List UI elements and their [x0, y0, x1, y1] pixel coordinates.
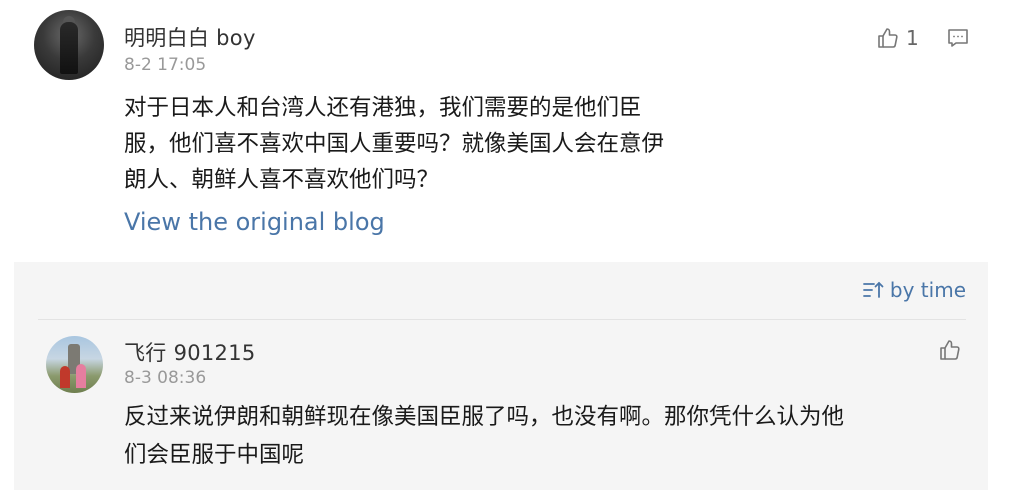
avatar[interactable]: [34, 10, 104, 80]
reply-text-line: 们会臣服于中国呢: [124, 442, 305, 468]
thumbs-up-icon: [878, 28, 898, 48]
reply-like-button[interactable]: [938, 338, 962, 366]
reply-timestamp: 8-3 08:36: [124, 368, 207, 388]
reply-username[interactable]: 飞行 901215: [124, 337, 256, 367]
avatar-figure: [60, 22, 78, 74]
comment-icon: [948, 29, 968, 47]
main-post: 明明白白 boy 8-2 17:05 1 对于日本人和台湾人还有港独，我们需要的…: [0, 0, 1024, 262]
like-count: 1: [906, 26, 919, 50]
thumbs-up-icon: [940, 340, 960, 360]
post-username[interactable]: 明明白白 boy: [124, 22, 256, 52]
comment-button[interactable]: [946, 26, 970, 54]
reply-text-line: 反过来说伊朗和朝鲜现在像美国臣服了吗，也没有啊。那你凭什么认为他: [124, 404, 845, 430]
reply-avatar[interactable]: [46, 336, 103, 393]
post-text: 对于日本人和台湾人还有港独，我们需要的是他们臣 服，他们喜不喜欢中国人重要吗？就…: [124, 90, 724, 198]
sort-by-time-button[interactable]: by time: [862, 278, 966, 302]
avatar-person: [60, 366, 70, 388]
post-timestamp: 8-2 17:05: [124, 55, 207, 75]
post-text-line: 服，他们喜不喜欢中国人重要吗？就像美国人会在意伊: [124, 131, 665, 157]
view-original-blog-link[interactable]: View the original blog: [124, 208, 385, 236]
divider: [38, 319, 966, 320]
like-button[interactable]: 1: [876, 26, 919, 50]
post-text-line: 对于日本人和台湾人还有港独，我们需要的是他们臣: [124, 95, 642, 121]
sort-icon: [863, 281, 884, 298]
reply-text: 反过来说伊朗和朝鲜现在像美国臣服了吗，也没有啊。那你凭什么认为他 们会臣服于中国…: [124, 398, 984, 474]
sort-label: by time: [889, 278, 966, 302]
post-text-line: 朗人、朝鲜人喜不喜欢他们吗？: [124, 167, 440, 193]
avatar-person: [76, 364, 86, 388]
